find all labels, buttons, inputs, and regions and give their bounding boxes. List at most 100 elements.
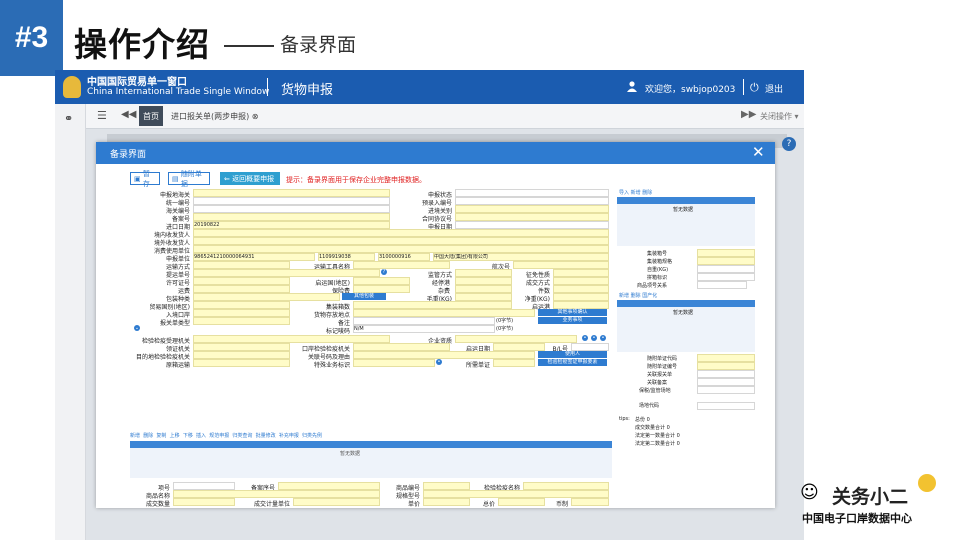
declarant-code2-field[interactable]: 1109919038 [318, 253, 375, 261]
form-field[interactable] [455, 277, 512, 285]
form-field[interactable] [193, 293, 340, 301]
form-field[interactable] [353, 261, 450, 269]
form-field[interactable] [697, 257, 755, 265]
form-field[interactable] [455, 205, 609, 213]
grid-standard-declare-button[interactable]: 规范申报 [209, 433, 229, 439]
rewind-icon[interactable]: ◀◀ [121, 109, 136, 120]
form-field[interactable] [493, 343, 545, 351]
form-field[interactable] [193, 309, 290, 317]
grid-supplement-button[interactable]: 补充申报 [279, 433, 299, 439]
form-field[interactable] [455, 221, 609, 229]
form-field[interactable] [455, 197, 609, 205]
form-field[interactable] [353, 359, 435, 367]
add-button[interactable]: 新增 [631, 190, 641, 196]
form-field[interactable] [353, 309, 535, 317]
form-field[interactable] [455, 285, 512, 293]
form-field[interactable] [193, 237, 609, 245]
save-draft-button[interactable]: ▣ 暂存 [130, 170, 160, 188]
form-field[interactable] [423, 482, 470, 490]
declarant-name-field[interactable]: 中国大陆(集团)有限公司 [433, 253, 609, 261]
close-icon[interactable]: ⊗ [252, 112, 259, 121]
tab-home[interactable]: 首页 [139, 106, 163, 126]
form-field[interactable] [523, 482, 609, 490]
inspection-elements-button[interactable]: 检验检疫签证申报要素 [538, 359, 607, 366]
delete-button[interactable]: 删除 [642, 190, 652, 196]
form-field[interactable] [353, 277, 410, 285]
form-field[interactable] [193, 229, 609, 237]
form-field[interactable] [455, 335, 577, 343]
form-field[interactable] [455, 189, 609, 197]
declarant-code-field[interactable]: 9865241210000064931 [193, 253, 315, 261]
declarant-code3-field[interactable]: 3100000916 [378, 253, 430, 261]
form-field[interactable] [353, 351, 535, 359]
add-button[interactable]: 新增 [619, 293, 629, 299]
form-field[interactable] [193, 351, 290, 359]
form-field[interactable] [697, 378, 755, 386]
power-icon[interactable]: ⏻ [750, 81, 759, 95]
form-field[interactable] [173, 490, 380, 498]
form-field[interactable] [173, 498, 235, 506]
form-field[interactable] [553, 301, 609, 309]
circle-icon[interactable]: • [582, 335, 588, 341]
form-field[interactable] [173, 482, 235, 490]
grid-add-button[interactable]: 新增 [130, 433, 140, 439]
form-field[interactable] [513, 261, 609, 269]
form-field[interactable] [278, 482, 380, 490]
form-field[interactable] [353, 285, 410, 293]
import-button[interactable]: 导入 [619, 190, 629, 196]
form-field[interactable] [193, 277, 290, 285]
user-button[interactable]: 使用人 [538, 351, 607, 358]
import-date-field[interactable]: 20190822 [193, 221, 390, 229]
form-field[interactable] [193, 343, 290, 351]
attachments-button[interactable]: ▤ 随附单据 [168, 170, 210, 188]
form-field[interactable] [423, 498, 470, 506]
form-field[interactable] [353, 343, 450, 351]
form-field[interactable] [697, 370, 755, 378]
form-field[interactable] [455, 213, 609, 221]
form-field[interactable] [193, 317, 290, 325]
link-icon[interactable]: ⚭ [64, 112, 73, 125]
form-field[interactable] [553, 269, 609, 277]
form-field[interactable] [193, 359, 290, 367]
remark-field[interactable] [353, 317, 495, 325]
form-field[interactable] [193, 189, 390, 197]
other-matters-button[interactable]: 其他事项确认 [538, 309, 607, 316]
form-field[interactable] [423, 490, 609, 498]
grid-move-up-button[interactable]: 上移 [170, 433, 180, 439]
circle-icon[interactable]: • [436, 359, 442, 365]
module-title[interactable]: 货物申报 [281, 79, 333, 98]
lookup-icon[interactable]: ? [381, 269, 387, 275]
logout-button[interactable]: 退出 [765, 82, 783, 95]
grid-classify-query-button[interactable]: 归类查询 [232, 433, 252, 439]
form-field[interactable] [697, 362, 755, 370]
grid-batch-edit-button[interactable]: 批量修改 [256, 433, 276, 439]
form-field[interactable] [697, 386, 755, 394]
business-matters-button[interactable]: 业务事项 [538, 317, 607, 324]
localize-button[interactable]: 国产化 [642, 293, 657, 299]
form-field[interactable] [697, 249, 755, 257]
form-field[interactable] [553, 293, 609, 301]
grid-copy-button[interactable]: 复制 [156, 433, 166, 439]
form-field[interactable] [193, 285, 290, 293]
other-packaging-button[interactable]: 其他包装 [342, 293, 386, 300]
form-field[interactable] [697, 273, 755, 281]
grid-insert-button[interactable]: 插入 [196, 433, 206, 439]
close-ops-dropdown[interactable]: 关闭操作 ▾ [760, 111, 799, 122]
expand-icon[interactable]: ⌄ [134, 325, 140, 331]
form-field[interactable] [193, 269, 380, 277]
form-field[interactable] [193, 245, 609, 253]
form-field[interactable] [193, 205, 390, 213]
form-field[interactable] [571, 343, 609, 351]
form-field[interactable] [193, 261, 290, 269]
menu-icon[interactable]: ☰ [97, 109, 107, 122]
tab-import-declaration[interactable]: 进口报关单(两步申报) ⊗ [171, 111, 259, 122]
delete-button[interactable]: 删除 [631, 293, 641, 299]
form-field[interactable] [697, 281, 747, 289]
form-field[interactable] [553, 277, 609, 285]
form-field[interactable] [493, 359, 535, 367]
marks-field[interactable]: N/M [353, 325, 495, 333]
grid-move-down-button[interactable]: 下移 [183, 433, 193, 439]
grid-precedent-button[interactable]: 归类先例 [302, 433, 322, 439]
return-summary-button[interactable]: ⇐ 返回概要申报 [220, 172, 280, 185]
form-field[interactable] [498, 498, 545, 506]
